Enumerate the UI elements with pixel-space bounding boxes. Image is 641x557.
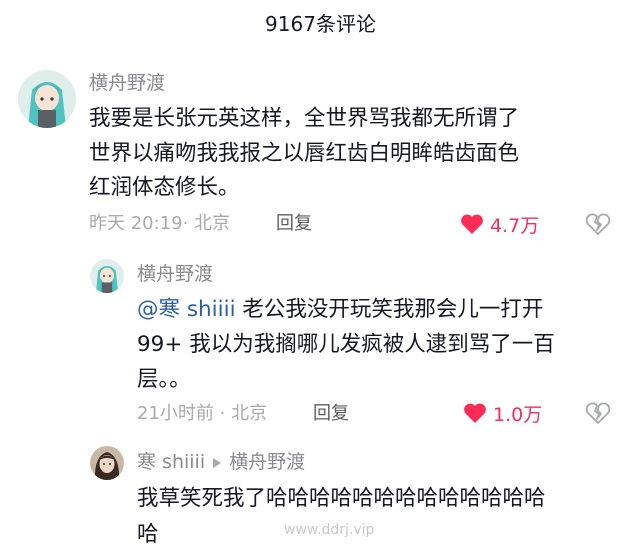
dislike-button[interactable] [585, 212, 611, 236]
comment-line: 哈 [137, 522, 159, 547]
girl-avatar-icon [90, 446, 124, 480]
anime-avatar-icon [90, 259, 124, 293]
comment-text: @寒 shiiii 老公我没开玩笑我那会儿一打开 99+ 我以为我搁哪儿发疯被人… [137, 292, 627, 397]
mention-link[interactable]: @寒 shiiii [137, 297, 236, 322]
comment-author[interactable]: 横舟野渡 [137, 261, 213, 287]
like-button[interactable]: 1.0万 [463, 399, 542, 427]
comment-line: 红润体态修长。 [89, 175, 240, 200]
reply-arrow-icon [213, 457, 222, 468]
avatar[interactable] [90, 446, 124, 480]
comment-author[interactable]: 横舟野渡 [89, 70, 165, 96]
comment-line: 我要是长张元英这样，全世界骂我都无所谓了 [89, 106, 520, 131]
comment-line: 层。。 [137, 367, 191, 392]
dislike-button[interactable] [585, 401, 611, 425]
heart-icon [461, 214, 483, 234]
like-count: 1.0万 [493, 403, 543, 426]
comment-time-location: 21小时前 · 北京 [137, 403, 268, 424]
comment-line: 我草笑死我了哈哈哈哈哈哈哈哈哈哈哈哈哈 [137, 486, 546, 511]
like-button[interactable]: 4.7万 [460, 210, 539, 238]
watermark: www.ddrj.vip [284, 522, 375, 538]
reply-button[interactable]: 回复 [313, 401, 349, 427]
avatar[interactable] [18, 70, 76, 128]
like-count: 4.7万 [490, 214, 540, 237]
reply-to-author[interactable]: 横舟野渡 [229, 451, 305, 473]
anime-avatar-icon [18, 70, 76, 128]
comment-count-title: 9167条评论 [265, 12, 376, 36]
comment-author[interactable]: 寒 shiiii [137, 451, 205, 473]
heart-icon [464, 403, 486, 423]
comment-time-location: 昨天 20:19· 北京 [89, 213, 231, 234]
comment-line: 老公我没开玩笑我那会儿一打开 [235, 297, 544, 322]
reply-author-line: 寒 shiiii 横舟野渡 [137, 449, 305, 475]
broken-heart-icon [585, 402, 611, 424]
comment-line: 世界以痛吻我我报之以唇红齿白明眸皓齿面色 [89, 140, 520, 166]
reply-button[interactable]: 回复 [276, 211, 312, 237]
broken-heart-icon [585, 213, 611, 235]
comment-text: 我草笑死我了哈哈哈哈哈哈哈哈哈哈哈哈哈 哈 [137, 481, 627, 553]
comment-text: 我要是长张元英这样，全世界骂我都无所谓了 世界以痛吻我我报之以唇红齿白明眸皓齿面… [89, 102, 629, 206]
avatar[interactable] [90, 259, 124, 293]
comment-line: 99+ 我以为我搁哪儿发疯被人逮到骂了一百 [137, 332, 555, 357]
